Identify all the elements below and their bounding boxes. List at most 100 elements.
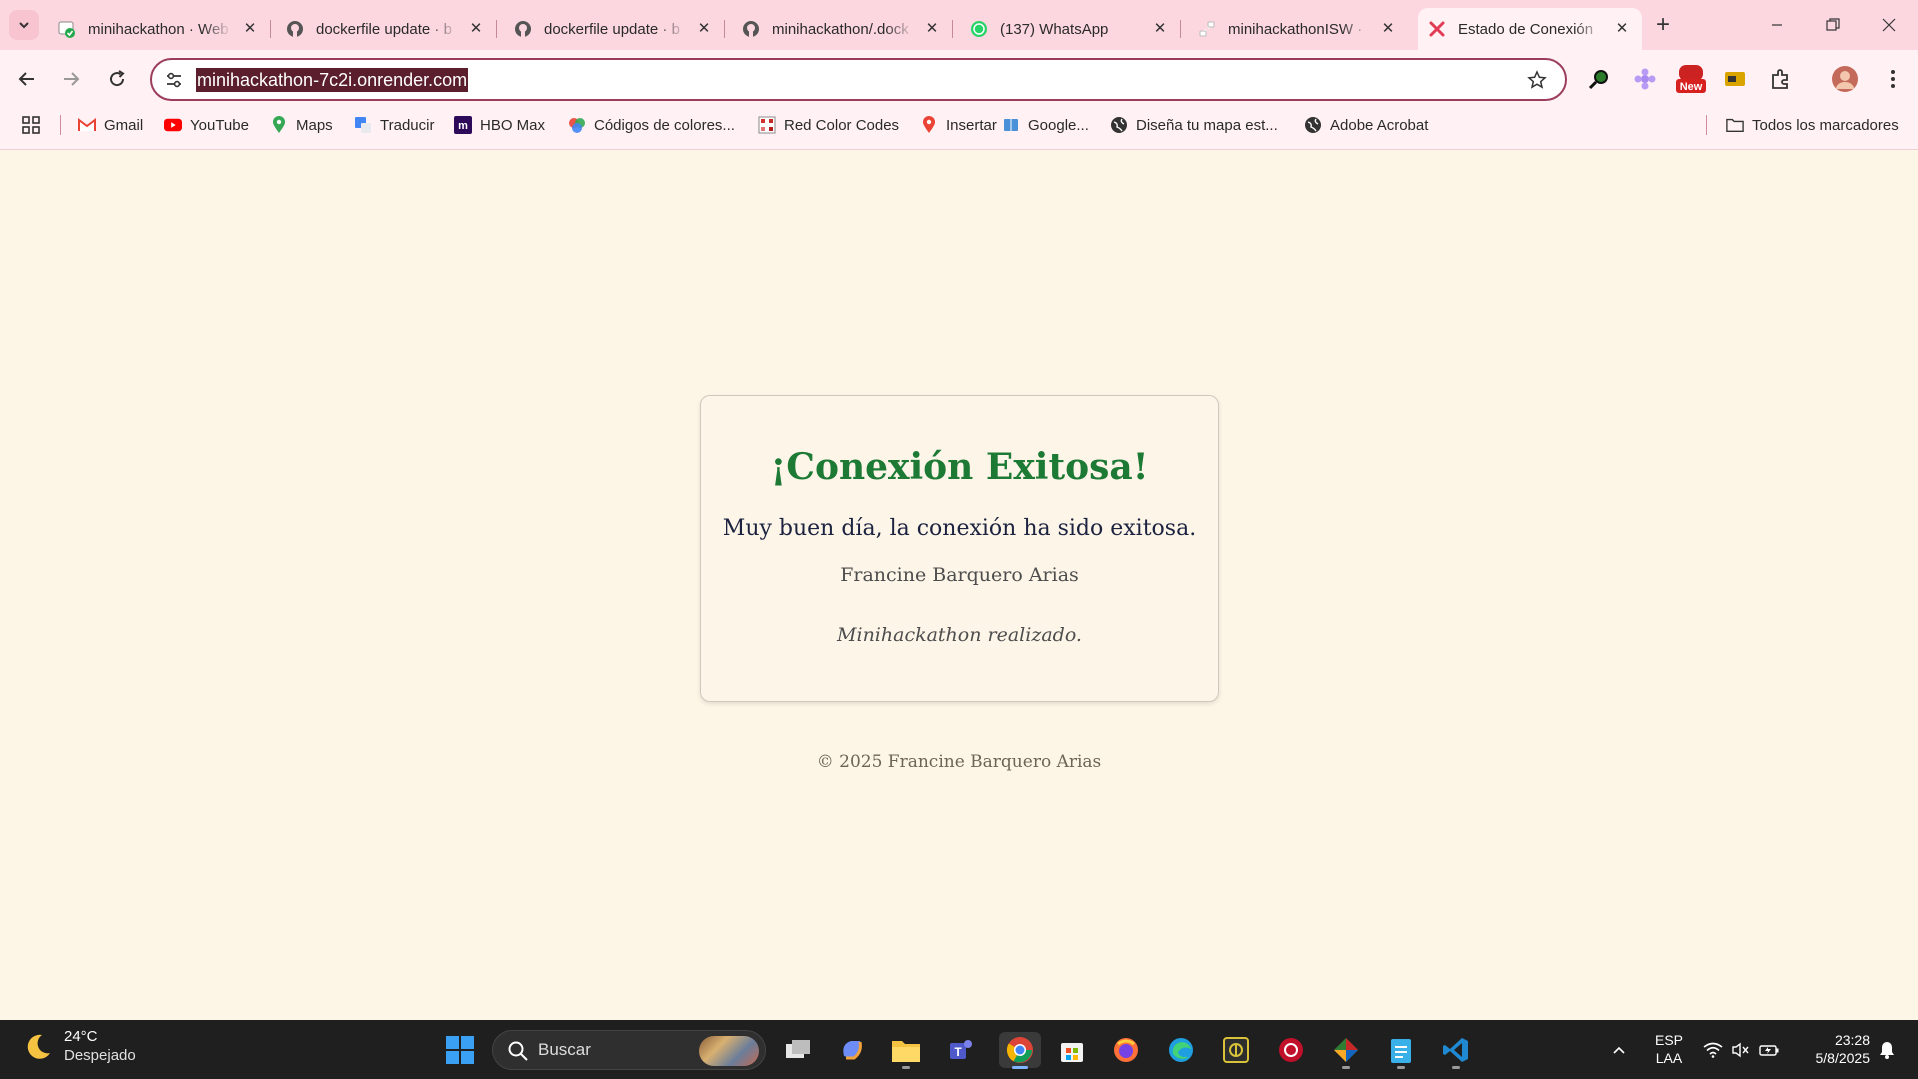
status-note: Minihackathon realizado. bbox=[837, 624, 1082, 646]
tab-separator bbox=[724, 20, 725, 38]
restore-button[interactable] bbox=[1810, 8, 1856, 42]
edge-icon bbox=[1169, 1038, 1193, 1062]
firefox-app[interactable] bbox=[1108, 1032, 1144, 1068]
cast-extension-icon[interactable] bbox=[1720, 64, 1750, 94]
minimize-icon bbox=[1772, 24, 1782, 26]
microsoft-store-app[interactable] bbox=[1054, 1032, 1090, 1068]
bookmark-maps[interactable]: Maps bbox=[270, 113, 333, 137]
site-info-icon[interactable] bbox=[162, 68, 186, 92]
new-tab-button[interactable]: + bbox=[1650, 13, 1676, 39]
bookmark-google[interactable]: Google... bbox=[1002, 113, 1089, 137]
folder-icon bbox=[1726, 116, 1744, 134]
show-hidden-icons-button[interactable] bbox=[1604, 1032, 1634, 1068]
copilot-icon bbox=[843, 1041, 862, 1060]
tab-dockerfile-update-2[interactable]: dockerfile update · b ✕ bbox=[504, 8, 725, 50]
hbo-max-icon: m bbox=[454, 116, 472, 134]
system-clock[interactable]: 23:28 5/8/2025 bbox=[1800, 1031, 1871, 1067]
weather-description: Despejado bbox=[64, 1047, 136, 1064]
weather-widget[interactable]: 24°C Despejado bbox=[22, 1028, 136, 1066]
search-extension-icon[interactable] bbox=[1584, 64, 1614, 94]
close-icon[interactable]: ✕ bbox=[922, 19, 942, 39]
antivirus-app[interactable] bbox=[1273, 1032, 1309, 1068]
more-menu-icon[interactable] bbox=[1878, 64, 1908, 94]
edge-app[interactable] bbox=[1163, 1032, 1199, 1068]
status-card: ¡Conexión Exitosa! Muy buen día, la cone… bbox=[700, 395, 1219, 702]
page-heading: ¡Conexión Exitosa! bbox=[770, 446, 1149, 488]
tab-minihackathon-web[interactable]: minihackathon · Web ✕ bbox=[48, 8, 271, 50]
chrome-app[interactable] bbox=[999, 1032, 1041, 1069]
file-explorer-app[interactable] bbox=[888, 1032, 924, 1069]
render-icon bbox=[1198, 20, 1216, 38]
close-icon[interactable]: ✕ bbox=[1378, 19, 1398, 39]
color-grid-icon bbox=[758, 116, 776, 134]
tab-whatsapp[interactable]: (137) WhatsApp ✕ bbox=[960, 8, 1181, 50]
vscode-app[interactable] bbox=[1438, 1032, 1474, 1069]
git-app[interactable] bbox=[1328, 1032, 1364, 1069]
close-icon[interactable]: ✕ bbox=[466, 19, 486, 39]
onenote-style-app[interactable] bbox=[1218, 1032, 1254, 1068]
address-bar[interactable]: minihackathon-7c2i.onrender.com bbox=[150, 58, 1567, 101]
running-indicator bbox=[1342, 1066, 1350, 1069]
bookmark-gmail[interactable]: Gmail bbox=[78, 113, 143, 137]
tab-minihackathon-dockerfile[interactable]: minihackathon/.dock ✕ bbox=[732, 8, 953, 50]
battery-status[interactable] bbox=[1756, 1032, 1782, 1068]
close-icon[interactable]: ✕ bbox=[1150, 19, 1170, 39]
all-bookmarks-button[interactable]: Todos los marcadores bbox=[1726, 113, 1899, 137]
tab-estado-de-conexion[interactable]: Estado de Conexión ✕ bbox=[1418, 8, 1642, 50]
copilot-app[interactable] bbox=[834, 1032, 870, 1068]
bookmark-youtube[interactable]: YouTube bbox=[164, 113, 249, 137]
close-icon[interactable]: ✕ bbox=[1612, 19, 1632, 39]
running-indicator bbox=[1397, 1066, 1405, 1069]
bookmark-label: HBO Max bbox=[480, 116, 546, 134]
task-view-button[interactable] bbox=[780, 1032, 816, 1068]
tab-render-dashboard[interactable]: minihackathonISW · ✕ bbox=[1188, 8, 1408, 50]
git-diamond-icon bbox=[1334, 1038, 1358, 1062]
red-x-icon bbox=[1428, 20, 1446, 38]
new-extension-icon[interactable]: New bbox=[1674, 64, 1708, 94]
bookmark-disena-tu-mapa[interactable]: Diseña tu mapa est... bbox=[1110, 113, 1278, 137]
close-icon[interactable]: ✕ bbox=[694, 19, 714, 39]
forward-button[interactable] bbox=[56, 64, 86, 94]
teams-icon: T bbox=[950, 1040, 972, 1059]
task-view-icon bbox=[786, 1040, 810, 1058]
tab-dockerfile-update-1[interactable]: dockerfile update · b ✕ bbox=[276, 8, 497, 50]
bookmark-label: Gmail bbox=[104, 116, 144, 134]
tab-title: dockerfile update · b bbox=[316, 20, 452, 38]
input-language[interactable]: ESP LAA bbox=[1652, 1031, 1686, 1067]
bookmark-star-icon[interactable] bbox=[1525, 68, 1549, 92]
bookmark-label: Traducir bbox=[380, 116, 435, 134]
wifi-icon bbox=[1703, 1042, 1723, 1058]
flower-extension-icon[interactable] bbox=[1630, 64, 1660, 94]
extensions-puzzle-icon[interactable] bbox=[1766, 64, 1796, 94]
bookmark-red-color-codes[interactable]: Red Color Codes bbox=[758, 113, 899, 137]
speaker-muted-icon bbox=[1732, 1042, 1749, 1058]
search-highlight-image bbox=[699, 1036, 759, 1066]
color-wheel-icon bbox=[568, 116, 586, 134]
minimize-button[interactable] bbox=[1754, 8, 1800, 42]
profile-avatar[interactable] bbox=[1830, 64, 1860, 94]
start-button[interactable] bbox=[443, 1033, 477, 1067]
translate-icon bbox=[354, 116, 372, 134]
back-button[interactable] bbox=[12, 64, 42, 94]
reload-button[interactable] bbox=[102, 64, 132, 94]
notepad-app[interactable] bbox=[1383, 1032, 1419, 1069]
taskbar-search[interactable]: Buscar bbox=[492, 1030, 766, 1070]
tab-search-button[interactable] bbox=[9, 10, 39, 40]
close-window-button[interactable] bbox=[1866, 8, 1912, 42]
search-icon bbox=[508, 1041, 528, 1061]
teams-app[interactable]: T bbox=[944, 1032, 980, 1068]
bookmark-insertar[interactable]: Insertar bbox=[920, 113, 997, 137]
bookmark-codigos-de-colores[interactable]: Códigos de colores... bbox=[568, 113, 735, 137]
close-icon[interactable]: ✕ bbox=[240, 19, 260, 39]
new-badge: New bbox=[1679, 81, 1703, 93]
volume-status[interactable] bbox=[1728, 1032, 1754, 1068]
bookmark-traducir[interactable]: Traducir bbox=[354, 113, 434, 137]
wifi-status[interactable] bbox=[1700, 1032, 1726, 1068]
notifications-button[interactable] bbox=[1874, 1032, 1900, 1068]
bookmark-adobe-acrobat[interactable]: Adobe Acrobat bbox=[1304, 113, 1428, 137]
github-icon bbox=[286, 20, 304, 38]
svg-text:m: m bbox=[458, 120, 468, 132]
url-text[interactable]: minihackathon-7c2i.onrender.com bbox=[196, 68, 469, 92]
bookmark-hbo-max[interactable]: m HBO Max bbox=[454, 113, 545, 137]
apps-grid-button[interactable] bbox=[22, 113, 40, 137]
